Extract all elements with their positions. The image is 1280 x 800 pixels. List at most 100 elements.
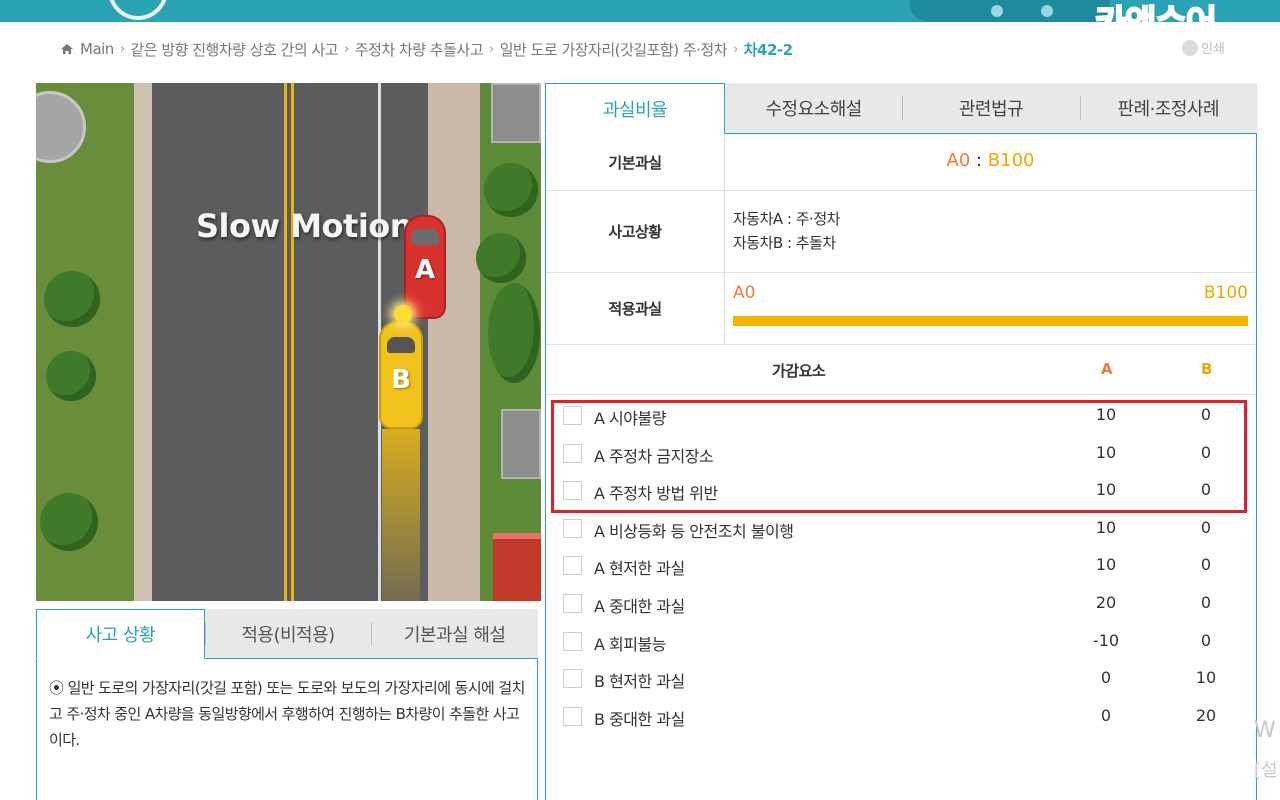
list-item: B 현저한 과실 0 10 [546, 660, 1256, 698]
center-line [291, 83, 294, 601]
factor-list: A 시야불량 10 0 A 주정차 금지장소 10 0 A 주정차 방법 위반 … [546, 397, 1256, 735]
factor-value-a: -10 [1092, 630, 1120, 650]
chevron-right-icon: › [344, 41, 349, 57]
factor-value-b: 0 [1200, 480, 1212, 500]
factor-checkbox[interactable] [563, 406, 582, 425]
left-tab-bar: 사고 상황 적용(비적용) 기본과실 해설 [36, 609, 539, 659]
accident-description: ⦿ 일반 도로의 가장자리(갓길 포함) 또는 도로와 보도의 가장자리에 동시… [36, 659, 538, 800]
factor-name: A 중대한 과실 [594, 596, 685, 616]
home-icon[interactable] [60, 42, 74, 56]
factor-value-a: 10 [1095, 480, 1117, 500]
fault-ratio-panel: 기본과실 A0 : B100 사고상황 자동차A : 주·정차 자동차B : 추… [545, 134, 1257, 800]
tree-icon [40, 493, 98, 551]
situation-value: 자동차A : 주·정차 자동차B : 추돌차 [725, 191, 1256, 272]
factor-name: A 회피불능 [594, 634, 666, 654]
factor-checkbox[interactable] [563, 669, 582, 689]
breadcrumb-current: 차42-2 [743, 40, 793, 59]
basic-fault-label: 기본과실 [546, 134, 725, 190]
factor-value-b: 0 [1200, 517, 1212, 537]
applied-fault-row: 적용과실 A0 B100 [546, 273, 1256, 345]
factor-checkbox[interactable] [563, 518, 582, 538]
factor-value-a: 10 [1095, 442, 1117, 462]
tree-icon [476, 233, 526, 283]
sidewalk-left [134, 83, 152, 601]
list-item: A 주정차 방법 위반 10 0 [546, 472, 1256, 510]
factor-header-title: 가감요소 [772, 362, 826, 380]
breadcrumb-item-1[interactable]: 같은 방향 진행차량 상호 간의 사고 [131, 39, 339, 60]
car-a-label: A [414, 255, 436, 285]
center-line [284, 83, 287, 601]
factor-checkbox[interactable] [563, 631, 582, 651]
list-item: A 시야불량 10 0 [546, 397, 1256, 435]
accident-video[interactable]: Slow Motion A B [36, 83, 541, 601]
car-b: B [379, 321, 423, 429]
print-icon [1182, 39, 1198, 56]
red-roof-building [493, 533, 541, 601]
tab-applicability[interactable]: 적용(비적용) [204, 609, 372, 658]
sidewalk-right [428, 83, 480, 601]
factor-name: A 비상등화 등 안전조치 불이행 [594, 521, 794, 541]
motion-trail [382, 429, 420, 601]
situation-car-b: 자동차B : 추돌차 [733, 234, 836, 252]
tab-accident-situation[interactable]: 사고 상황 [36, 609, 205, 659]
chevron-right-icon: › [733, 41, 738, 57]
tree-icon [484, 163, 538, 217]
tree-icon [44, 271, 100, 327]
factor-header: 가감요소 A B [546, 345, 1256, 395]
breadcrumb-item-3[interactable]: 일반 도로 가장자리(갓길포함) 주·정차 [500, 39, 728, 60]
situation-label: 사고상황 [546, 191, 725, 272]
impact-spark-icon [394, 305, 412, 323]
chevron-right-icon: › [489, 41, 494, 57]
factor-value-a: 10 [1095, 555, 1117, 575]
factor-name: A 주정차 금지장소 [594, 446, 714, 466]
factor-value-b: 0 [1200, 555, 1212, 575]
tab-related-laws[interactable]: 관련법규 [902, 83, 1080, 133]
factor-name: A 시야불량 [594, 409, 666, 428]
list-item: A 중대한 과실 20 0 [546, 585, 1256, 623]
factor-name: A 주정차 방법 위반 [594, 484, 718, 504]
applied-fault-b: B100 [1203, 283, 1248, 303]
applied-fault-bar [733, 316, 1248, 326]
applied-fault-a: A0 [733, 283, 756, 303]
print-button[interactable]: 인쇄 [1182, 38, 1225, 57]
building [491, 83, 541, 143]
factor-value-b: 20 [1195, 705, 1217, 725]
car-b-label: B [391, 365, 411, 395]
factor-name: B 현저한 과실 [594, 672, 685, 692]
factor-name: A 현저한 과실 [594, 559, 685, 579]
factor-value-b: 0 [1200, 442, 1212, 462]
factor-checkbox[interactable] [563, 593, 582, 613]
basic-fault-ratio: A0 : B100 [725, 150, 1256, 171]
basic-fault-sep: : [970, 150, 988, 171]
car-a-windshield [411, 229, 439, 245]
right-tab-bar: 과실비율 수정요소해설 관련법규 판례·조정사례 [545, 83, 1257, 134]
factor-checkbox[interactable] [563, 556, 582, 576]
factor-value-b: 10 [1195, 668, 1217, 688]
tab-modifier-explanation[interactable]: 수정요소해설 [725, 83, 903, 133]
breadcrumb-home[interactable]: Main [80, 40, 114, 58]
print-label: 인쇄 [1201, 42, 1225, 57]
top-banner [0, 0, 1280, 22]
factor-value-a: 0 [1100, 705, 1112, 725]
tree-icon [488, 283, 540, 383]
factor-value-b: 0 [1200, 592, 1212, 612]
list-item: A 비상등화 등 안전조치 불이행 10 0 [546, 510, 1256, 548]
car-b-windshield [387, 337, 415, 353]
basic-fault-b: B100 [987, 150, 1035, 171]
factor-name: B 중대한 과실 [594, 709, 685, 729]
factor-checkbox[interactable] [563, 706, 582, 726]
basic-fault-a: A0 [946, 150, 971, 171]
tab-basic-fault-explanation[interactable]: 기본과실 해설 [371, 609, 539, 658]
factor-value-a: 20 [1095, 592, 1117, 612]
situation-row: 사고상황 자동차A : 주·정차 자동차B : 추돌차 [546, 191, 1256, 273]
logo-circle[interactable] [108, 0, 168, 20]
breadcrumb-item-2[interactable]: 주정차 차량 추돌사고 [355, 39, 484, 60]
applied-fault-value: A0 B100 [725, 273, 1256, 344]
factor-header-a: A [1101, 360, 1113, 378]
factor-checkbox[interactable] [563, 481, 582, 501]
tab-precedents[interactable]: 판례·조정사례 [1079, 83, 1257, 133]
factor-checkbox[interactable] [563, 443, 582, 463]
factor-value-b: 0 [1200, 630, 1212, 650]
tab-fault-ratio[interactable]: 과실비율 [545, 83, 725, 134]
edge-fragment-w: W [1254, 718, 1276, 743]
